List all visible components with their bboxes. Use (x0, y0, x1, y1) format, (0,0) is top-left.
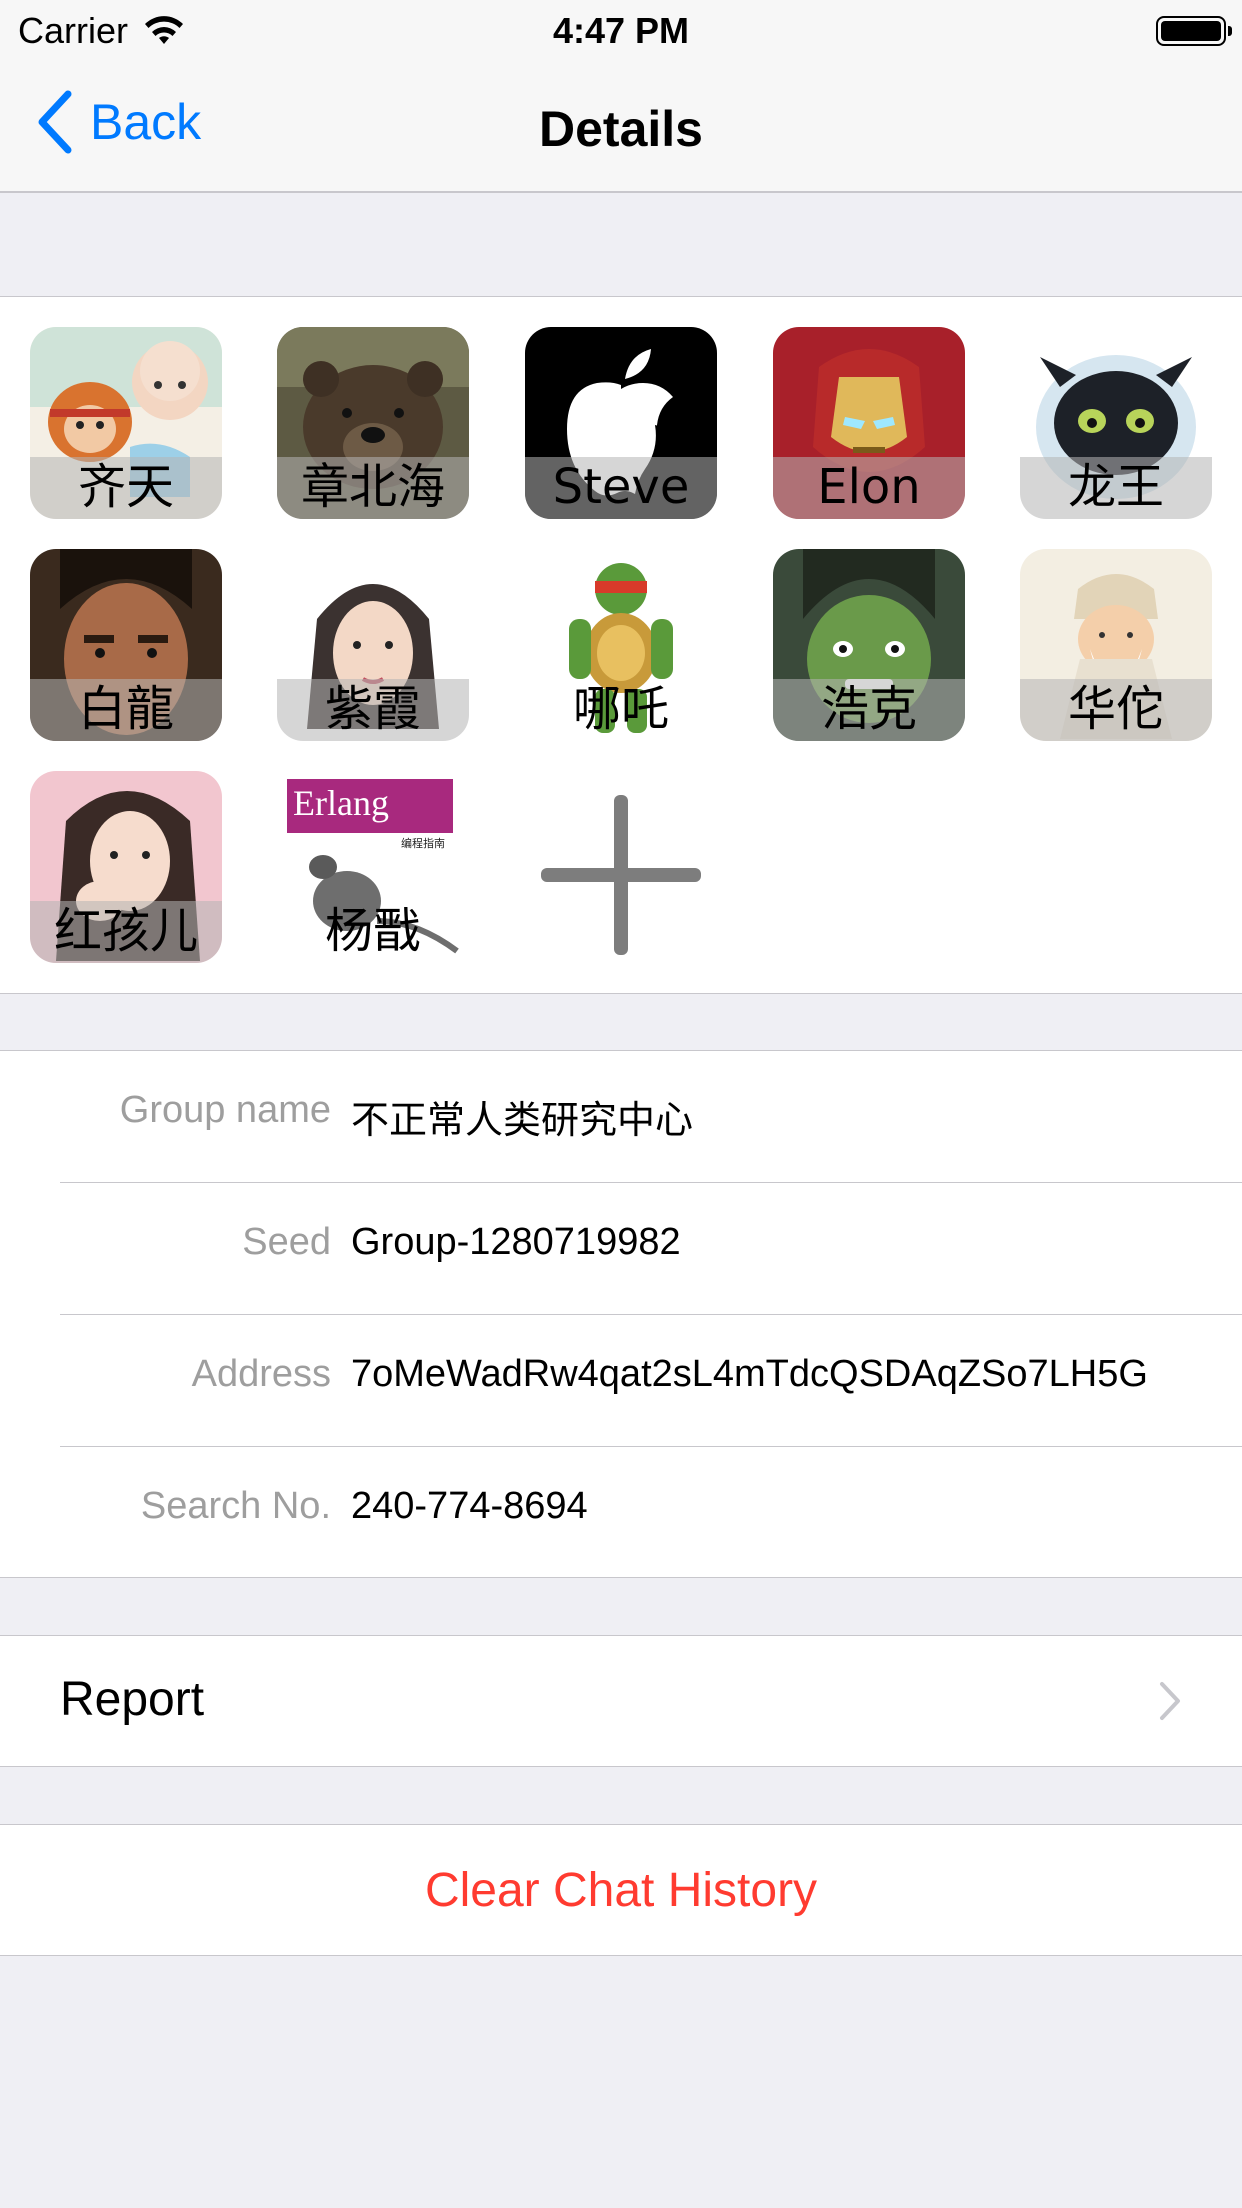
seed-row[interactable]: Seed Group-1280719982 (0, 1183, 1242, 1315)
member-grid: 齐天 章北海 Steve Elon 龙王 白龍 紫霞 哪吒 浩克 华佗 红孩儿 … (0, 296, 1242, 994)
member-name: 杨戬 (324, 903, 421, 959)
status-time: 4:47 PM (552, 10, 690, 51)
member-name: 红孩儿 (53, 903, 198, 959)
member-name: Steve (552, 459, 690, 515)
member-name: 浩克 (820, 681, 917, 737)
member-name: 白龍 (77, 681, 174, 737)
member-avatar-huatuo[interactable]: 华佗 (1020, 549, 1212, 741)
member-avatar-honghaier[interactable]: 红孩儿 (30, 771, 222, 963)
member-avatar-yangjian[interactable]: Erlang 编程指南 杨戬 (277, 771, 469, 963)
seed-label: Seed (242, 1221, 331, 1263)
search-number-row[interactable]: Search No. 240-774-8694 (0, 1447, 1242, 1579)
erlang-cover-subtitle: 编程指南 (401, 836, 445, 850)
member-name: 哪吒 (572, 681, 669, 737)
report-label: Report (60, 1673, 205, 1726)
erlang-cover-title: Erlang (293, 783, 389, 823)
member-avatar-longwang[interactable]: 龙王 (1020, 327, 1212, 519)
report-button[interactable]: Report (0, 1635, 1242, 1767)
clear-chat-history-button[interactable]: Clear Chat History (0, 1824, 1242, 1956)
member-avatar-elon[interactable]: Elon (773, 327, 965, 519)
member-avatar-haoke[interactable]: 浩克 (773, 549, 965, 741)
group-name-value: 不正常人类研究中心 (351, 1098, 694, 1142)
add-member-button[interactable] (525, 779, 717, 971)
member-avatar-zixia[interactable]: 紫霞 (277, 549, 469, 741)
address-row[interactable]: Address 7oMeWadRw4qat2sL4mTdcQSDAqZSo7LH… (0, 1315, 1242, 1447)
member-avatar-qitian[interactable]: 齐天 (30, 327, 222, 519)
page-title: Details (539, 101, 703, 157)
address-label: Address (191, 1353, 331, 1395)
search-number-label: Search No. (140, 1485, 331, 1527)
group-info-section: Group name 不正常人类研究中心 Seed Group-12807199… (0, 1050, 1242, 1578)
member-name: Elon (817, 459, 921, 515)
member-name: 章北海 (300, 459, 445, 515)
clear-chat-history-label: Clear Chat History (424, 1864, 818, 1917)
group-name-label: Group name (119, 1089, 331, 1131)
member-avatar-steve[interactable]: Steve (525, 327, 717, 519)
seed-value: Group-1280719982 (351, 1221, 681, 1263)
status-bar: Carrier 4:47 PM (0, 0, 1242, 60)
chevron-right-icon (1160, 1682, 1180, 1720)
member-avatar-nezha[interactable]: 哪吒 (525, 549, 717, 741)
group-name-row[interactable]: Group name 不正常人类研究中心 (0, 1051, 1242, 1183)
member-name: 紫霞 (324, 681, 421, 737)
member-name: 华佗 (1067, 681, 1164, 737)
member-avatar-zhangbeihai[interactable]: 章北海 (277, 327, 469, 519)
battery-level (1161, 21, 1221, 41)
navigation-bar: Back Details (0, 60, 1242, 193)
battery-icon (1156, 16, 1232, 46)
search-number-value: 240-774-8694 (351, 1485, 588, 1527)
member-name: 齐天 (77, 459, 174, 515)
address-value: 7oMeWadRw4qat2sL4mTdcQSDAqZSo7LH5G (351, 1353, 1148, 1395)
member-name: 龙王 (1067, 459, 1164, 515)
member-avatar-bailong[interactable]: 白龍 (30, 549, 222, 741)
